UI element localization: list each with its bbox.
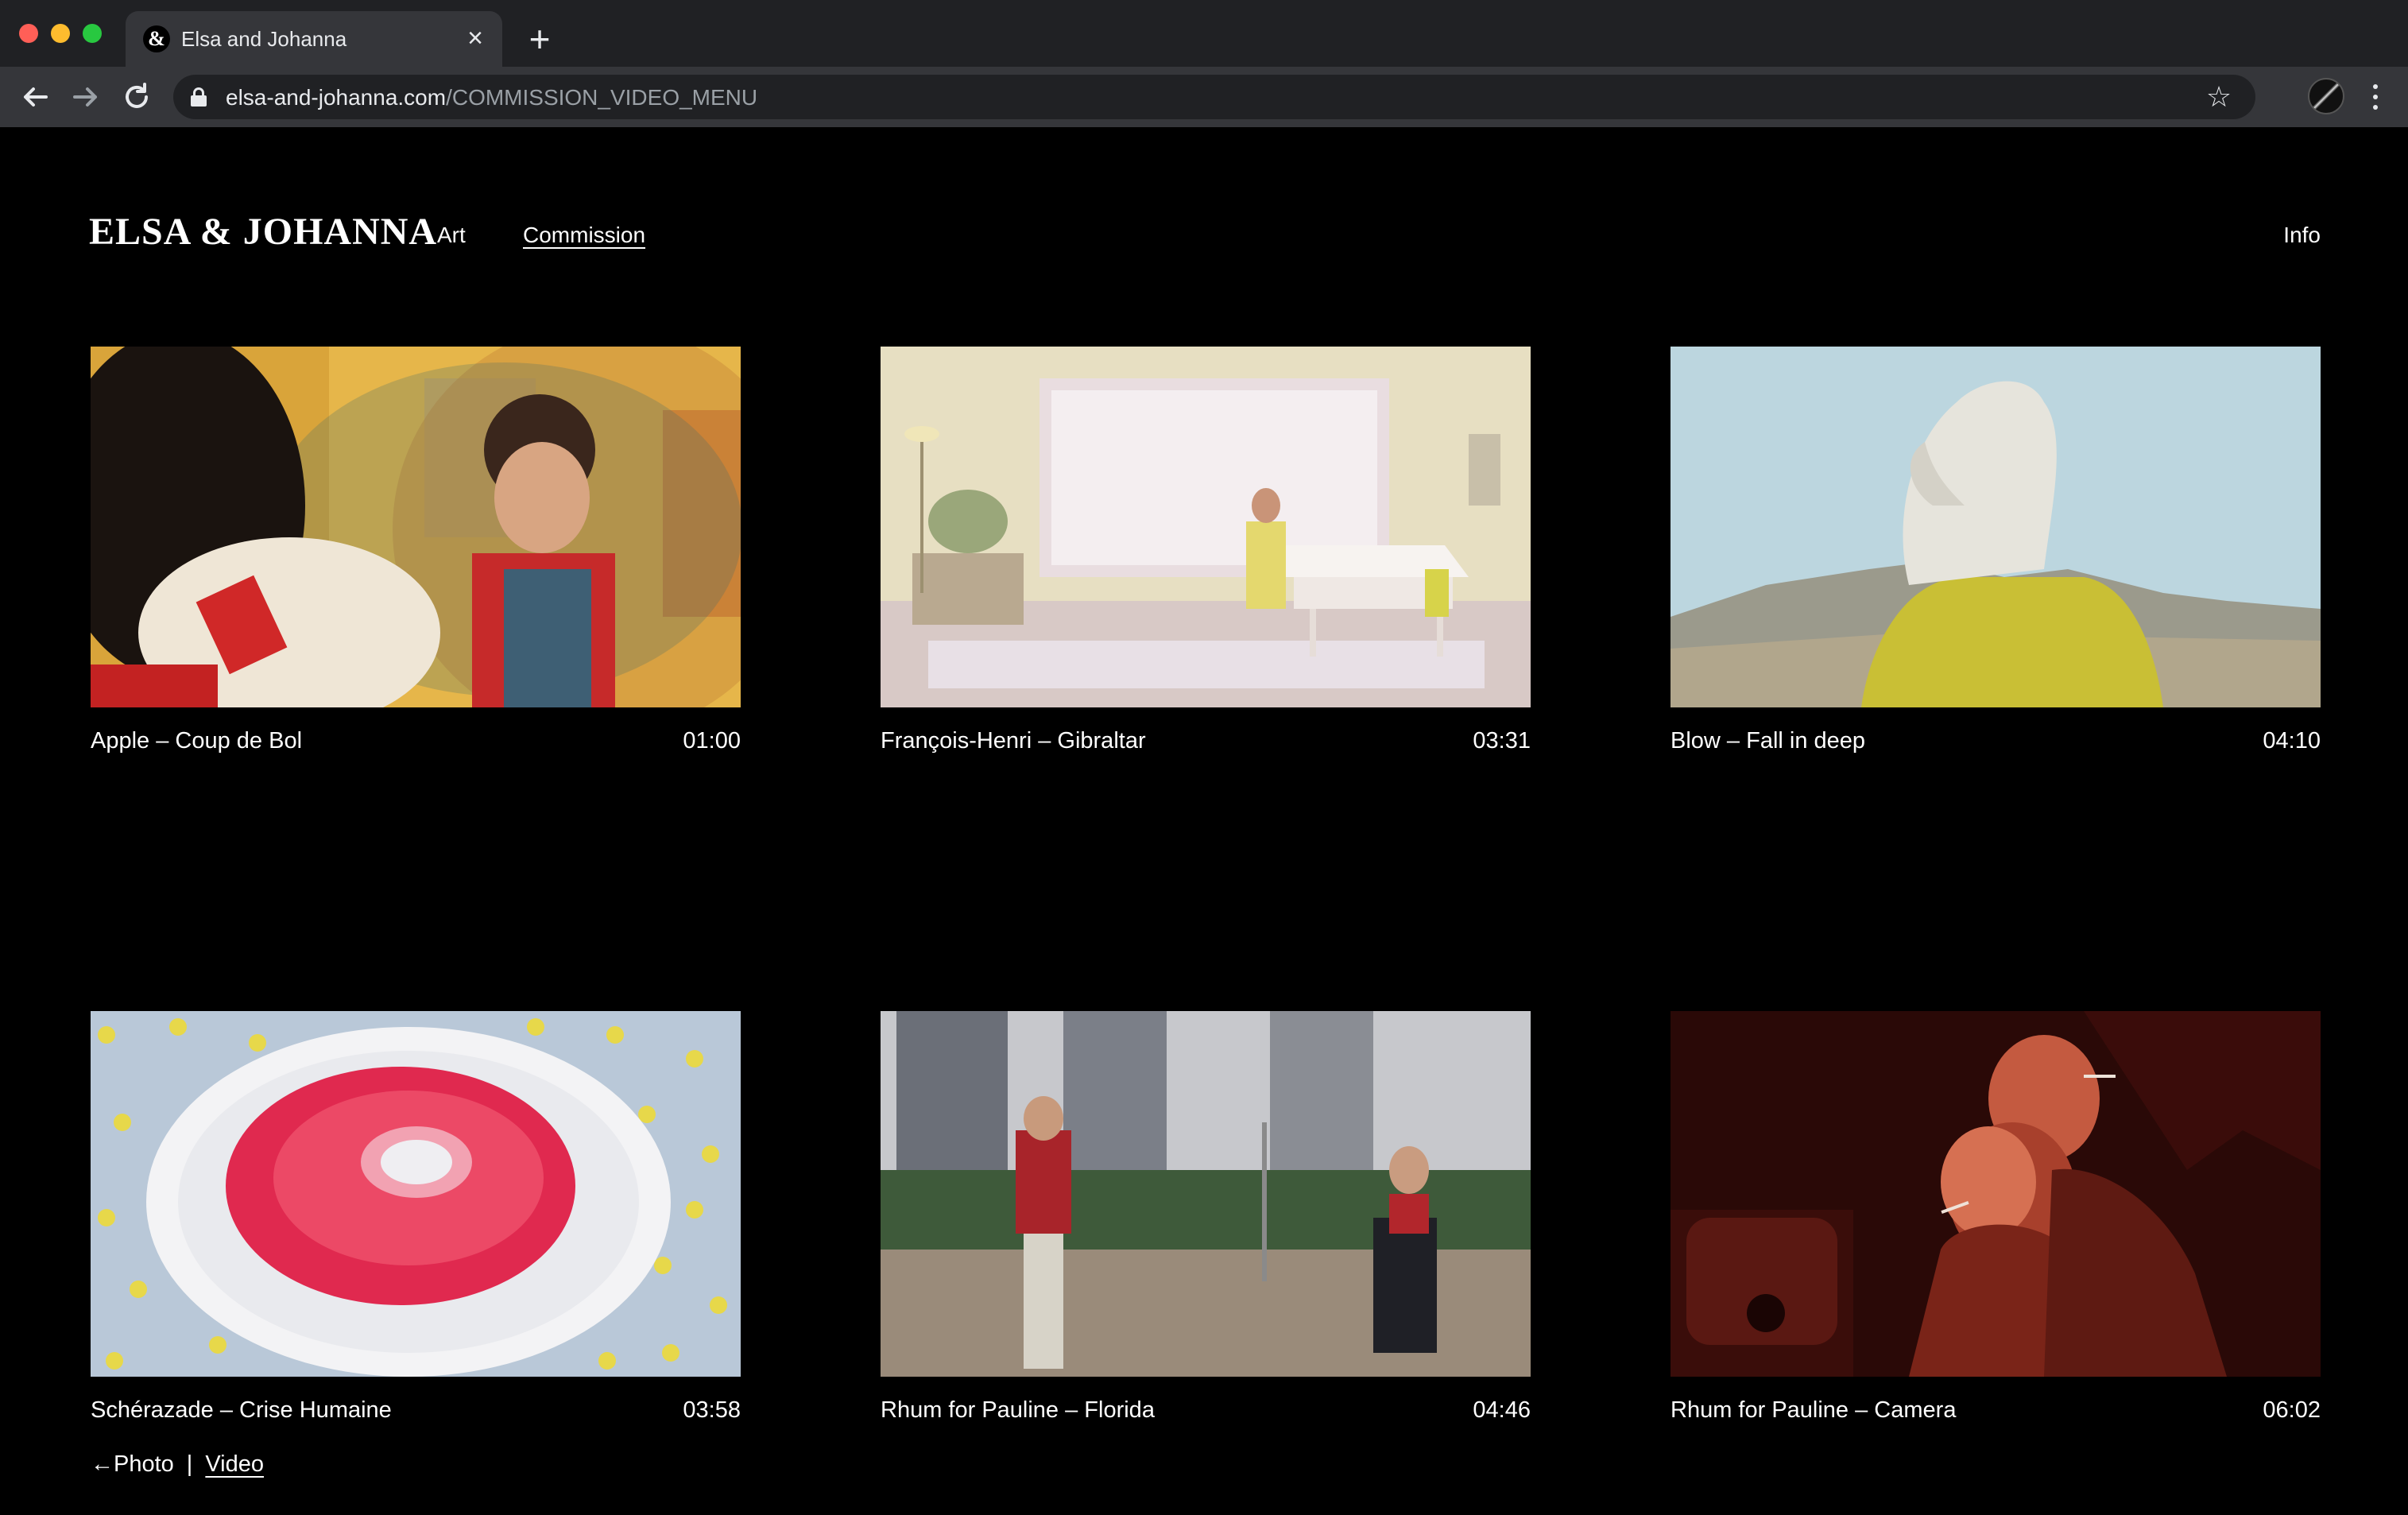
- video-card[interactable]: Rhum for Pauline – Camera 06:02: [1671, 1011, 2321, 1423]
- forward-arrow-icon[interactable]: [67, 78, 105, 116]
- bookmark-star-icon[interactable]: ☆: [2201, 79, 2236, 114]
- lock-icon[interactable]: [191, 87, 207, 107]
- photo-link[interactable]: ←Photo: [91, 1451, 174, 1477]
- favicon-icon: &: [143, 25, 170, 52]
- video-thumbnail[interactable]: [91, 347, 741, 707]
- video-title[interactable]: Apple – Coup de Bol: [91, 728, 302, 754]
- video-card[interactable]: Rhum for Pauline – Florida 04:46: [881, 1011, 1531, 1423]
- video-duration: 03:58: [683, 1397, 741, 1423]
- video-card[interactable]: Schérazade – Crise Humaine 03:58: [91, 1011, 741, 1423]
- browser-toolbar: elsa-and-johanna.com/COMMISSION_VIDEO_ME…: [0, 67, 2408, 127]
- close-tab-icon[interactable]: ×: [459, 22, 491, 54]
- url-text[interactable]: elsa-and-johanna.com/COMMISSION_VIDEO_ME…: [226, 85, 757, 110]
- tab-strip: & Elsa and Johanna × +: [0, 0, 2408, 67]
- page-content: ELSA & JOHANNA Art Commission Info Apple…: [0, 127, 2408, 1515]
- back-arrow-icon[interactable]: [16, 78, 54, 116]
- video-title[interactable]: Schérazade – Crise Humaine: [91, 1397, 392, 1424]
- separator: |: [186, 1451, 193, 1477]
- address-bar[interactable]: elsa-and-johanna.com/COMMISSION_VIDEO_ME…: [173, 75, 2255, 119]
- video-title[interactable]: Blow – Fall in deep: [1671, 728, 1865, 754]
- browser-chrome: & Elsa and Johanna × + elsa-and-johanna.…: [0, 0, 2408, 127]
- video-card[interactable]: François-Henri – Gibraltar 03:31: [881, 347, 1531, 754]
- video-card[interactable]: Blow – Fall in deep 04:10: [1671, 347, 2321, 754]
- video-title[interactable]: Rhum for Pauline – Camera: [1671, 1397, 1956, 1424]
- tab-title: Elsa and Johanna: [181, 27, 347, 51]
- video-thumbnail[interactable]: [1671, 1011, 2321, 1377]
- video-duration: 03:31: [1473, 728, 1531, 754]
- video-duration: 04:10: [2263, 728, 2321, 754]
- video-duration: 06:02: [2263, 1397, 2321, 1423]
- video-title[interactable]: François-Henri – Gibraltar: [881, 728, 1146, 754]
- nav-info-link[interactable]: Info: [2283, 223, 2321, 248]
- minimize-window-button[interactable]: [51, 24, 70, 43]
- video-thumbnail[interactable]: [91, 1011, 741, 1377]
- nav-art-link[interactable]: Art: [437, 223, 466, 248]
- browser-tab[interactable]: & Elsa and Johanna ×: [126, 11, 502, 67]
- video-title[interactable]: Rhum for Pauline – Florida: [881, 1397, 1155, 1424]
- video-thumbnail[interactable]: [881, 347, 1531, 707]
- url-path: /COMMISSION_VIDEO_MENU: [446, 85, 758, 110]
- close-window-button[interactable]: [19, 24, 38, 43]
- menu-icon[interactable]: [2363, 78, 2387, 116]
- maximize-window-button[interactable]: [83, 24, 102, 43]
- video-duration: 01:00: [683, 728, 741, 754]
- nav-commission-link[interactable]: Commission: [523, 223, 645, 248]
- url-domain: elsa-and-johanna.com: [226, 85, 447, 110]
- video-thumbnail[interactable]: [1671, 347, 2321, 707]
- reload-icon[interactable]: [118, 78, 156, 116]
- site-logo[interactable]: ELSA & JOHANNA: [89, 210, 437, 254]
- video-card[interactable]: Apple – Coup de Bol 01:00: [91, 347, 741, 754]
- new-tab-icon[interactable]: +: [520, 21, 559, 60]
- media-type-switch: ←Photo | Video: [91, 1451, 264, 1478]
- profile-icon[interactable]: [2308, 78, 2344, 114]
- video-link[interactable]: Video: [205, 1451, 264, 1477]
- video-duration: 04:46: [1473, 1397, 1531, 1423]
- video-thumbnail[interactable]: [881, 1011, 1531, 1377]
